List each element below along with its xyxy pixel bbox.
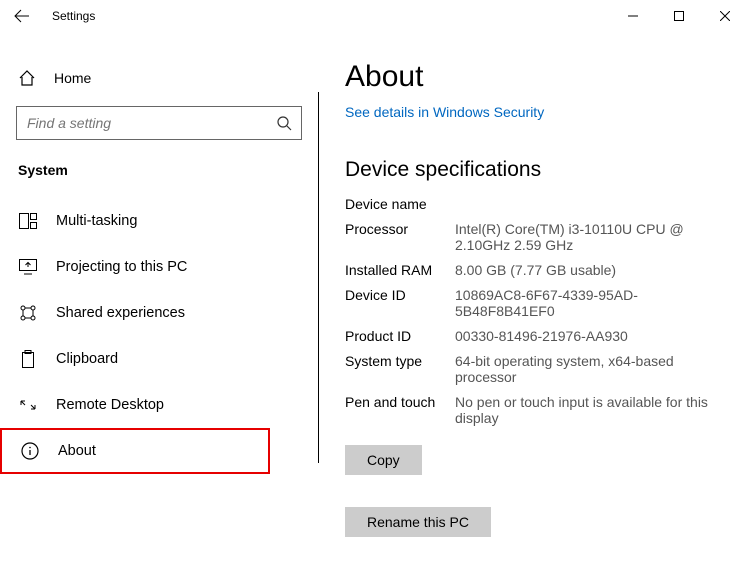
window-title: Settings	[52, 9, 95, 23]
sidebar-item-label: About	[58, 443, 96, 459]
close-icon	[720, 11, 730, 21]
sidebar-item-label: Multi-tasking	[56, 213, 137, 229]
sidebar: Home System Multi-tasking Projecting to …	[0, 32, 318, 571]
home-label: Home	[54, 70, 91, 86]
sidebar-item-clipboard[interactable]: Clipboard	[0, 336, 318, 382]
system-type-value: 64-bit operating system, x64-based proce…	[455, 353, 730, 385]
home-button[interactable]: Home	[0, 58, 318, 98]
sidebar-item-multitasking[interactable]: Multi-tasking	[0, 198, 318, 244]
multitasking-icon	[18, 213, 38, 229]
minimize-icon	[628, 11, 638, 21]
product-id-label: Product ID	[345, 328, 455, 344]
processor-value: Intel(R) Core(TM) i3-10110U CPU @ 2.10GH…	[455, 221, 730, 253]
clipboard-icon	[18, 350, 38, 368]
search-icon	[267, 115, 301, 131]
processor-label: Processor	[345, 221, 455, 253]
device-id-value: 10869AC8-6F67-4339-95AD-5B48F8B41EF0	[455, 287, 730, 319]
sidebar-item-about[interactable]: About	[0, 428, 270, 474]
shared-experiences-icon	[18, 304, 38, 322]
home-icon	[18, 69, 36, 87]
pen-touch-value: No pen or touch input is available for t…	[455, 394, 730, 426]
main-panel: About See details in Windows Security De…	[319, 32, 748, 571]
category-header: System	[0, 140, 318, 184]
info-icon	[20, 442, 40, 460]
sidebar-item-shared[interactable]: Shared experiences	[0, 290, 318, 336]
device-name-label: Device name	[345, 196, 455, 212]
ram-value: 8.00 GB (7.77 GB usable)	[455, 262, 616, 278]
search-input[interactable]	[17, 115, 267, 131]
search-box[interactable]	[16, 106, 302, 140]
rename-pc-button[interactable]: Rename this PC	[345, 507, 491, 537]
sidebar-item-label: Projecting to this PC	[56, 259, 187, 275]
ram-label: Installed RAM	[345, 262, 455, 278]
sidebar-item-label: Remote Desktop	[56, 397, 164, 413]
sidebar-item-projecting[interactable]: Projecting to this PC	[0, 244, 318, 290]
pen-touch-label: Pen and touch	[345, 394, 455, 426]
titlebar: Settings	[0, 0, 748, 32]
minimize-button[interactable]	[610, 0, 656, 32]
maximize-icon	[674, 11, 684, 21]
sidebar-item-label: Shared experiences	[56, 305, 185, 321]
page-title: About	[345, 60, 730, 94]
product-id-value: 00330-81496-21976-AA930	[455, 328, 628, 344]
device-id-label: Device ID	[345, 287, 455, 319]
arrow-left-icon	[14, 8, 30, 24]
specs-heading: Device specifications	[345, 158, 730, 182]
sidebar-item-label: Clipboard	[56, 351, 118, 367]
back-button[interactable]	[0, 0, 44, 32]
maximize-button[interactable]	[656, 0, 702, 32]
close-button[interactable]	[702, 0, 748, 32]
sidebar-item-remote-desktop[interactable]: Remote Desktop	[0, 382, 318, 428]
remote-desktop-icon	[18, 397, 38, 413]
system-type-label: System type	[345, 353, 455, 385]
projecting-icon	[18, 259, 38, 275]
copy-button[interactable]: Copy	[345, 445, 422, 475]
security-link[interactable]: See details in Windows Security	[345, 104, 730, 120]
